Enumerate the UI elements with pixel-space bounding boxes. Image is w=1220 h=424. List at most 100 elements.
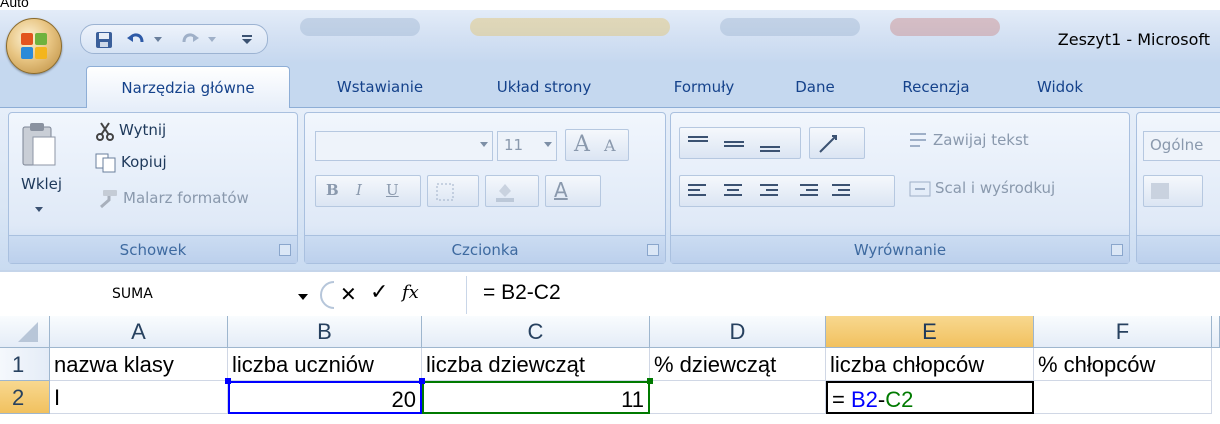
undo-icon[interactable]: [125, 29, 147, 51]
wrap-text-button[interactable]: Zawijaj tekst: [933, 131, 1029, 149]
formula-ref-c2: C2: [885, 387, 914, 412]
office-button[interactable]: [6, 18, 62, 74]
tab-formulas[interactable]: Formuły: [654, 66, 754, 108]
column-header-d[interactable]: D: [650, 316, 826, 348]
horizontal-align-buttons: [679, 175, 895, 207]
format-painter-icon: [97, 189, 119, 213]
column-header-f[interactable]: F: [1034, 316, 1212, 348]
formula-input[interactable]: = B2-C2: [466, 276, 1220, 314]
wrap-text-icon: [909, 131, 929, 155]
clipboard-group: Wklej Wytnij Kopiuj Malarz formatów Scho…: [8, 112, 298, 264]
italic-button[interactable]: I: [356, 181, 362, 199]
column-header-e[interactable]: E: [826, 316, 1034, 348]
font-dialog-launcher[interactable]: [647, 244, 659, 256]
tab-page-layout[interactable]: Układ strony: [468, 66, 620, 108]
formula-bar: SUMA ✕ ✓ fx = B2-C2: [0, 270, 1220, 316]
orientation-icon: [819, 135, 837, 153]
range-handle-b2-right[interactable]: [419, 378, 425, 384]
cancel-formula-button[interactable]: ✕: [340, 282, 357, 306]
column-header-b[interactable]: B: [228, 316, 422, 348]
cell-c1[interactable]: liczba dziewcząt: [422, 348, 650, 381]
column-header-a[interactable]: A: [50, 316, 228, 348]
cell-b2[interactable]: 20: [228, 381, 422, 414]
font-size-value: 11: [504, 136, 524, 154]
cell-c2[interactable]: 11: [422, 381, 650, 414]
bold-button[interactable]: B: [326, 181, 339, 199]
alignment-dialog-launcher[interactable]: [1111, 244, 1123, 256]
cell-a1[interactable]: nazwa klasy: [50, 348, 228, 381]
partial-top-text: Auto: [0, 0, 1220, 10]
shrink-font-button[interactable]: A: [604, 136, 616, 155]
paste-icon[interactable]: [21, 121, 57, 171]
alignment-group: Zawijaj tekst Scal i wyśrodkuj Wyrównani…: [670, 112, 1130, 264]
tab-insert[interactable]: Wstawianie: [310, 66, 450, 108]
cell-a2[interactable]: I: [50, 381, 228, 414]
blurred-taskbar-item: [720, 18, 860, 36]
row-header-2[interactable]: 2: [0, 381, 50, 414]
cell-f2[interactable]: [1034, 381, 1212, 414]
paste-button-label[interactable]: Wklej: [21, 175, 62, 193]
select-all-corner[interactable]: [0, 316, 50, 348]
undo-dropdown-icon[interactable]: [151, 29, 165, 51]
copy-icon[interactable]: [95, 153, 117, 177]
tab-home[interactable]: Narzędzia główne: [86, 66, 290, 109]
fill-color-button[interactable]: [485, 175, 539, 207]
font-color-icon: A: [554, 178, 568, 202]
worksheet-grid: A B C D E F 1 nazwa klasy liczba uczniów…: [0, 316, 1220, 424]
underline-button[interactable]: U: [386, 181, 399, 199]
name-box-dropdown-icon[interactable]: [298, 294, 308, 300]
number-format-box[interactable]: Ogólne: [1143, 131, 1220, 161]
insert-function-button[interactable]: fx: [402, 282, 419, 303]
cell-e1[interactable]: liczba chłopców: [826, 348, 1034, 381]
format-painter-button[interactable]: Malarz formatów: [123, 189, 249, 207]
formula-prefix: =: [832, 387, 851, 412]
cell-e2[interactable]: = B2-C2: [826, 381, 1034, 414]
ribbon-tabs: Narzędzia główne Wstawianie Układ strony…: [0, 62, 1220, 109]
font-name-box[interactable]: [315, 131, 493, 161]
clipboard-group-label: Schowek: [9, 235, 297, 263]
tab-data[interactable]: Dane: [780, 66, 850, 108]
tab-review[interactable]: Recenzja: [884, 66, 988, 108]
formula-ref-b2: B2: [850, 387, 878, 412]
name-box[interactable]: SUMA: [12, 280, 308, 310]
cell-d2[interactable]: [650, 381, 826, 414]
column-header-g[interactable]: [1212, 316, 1220, 348]
formula-bar-grip-icon: [320, 280, 338, 314]
font-color-button[interactable]: A: [545, 175, 601, 207]
tab-view[interactable]: Widok: [1020, 66, 1100, 108]
redo-dropdown-icon[interactable]: [205, 29, 219, 51]
font-size-box[interactable]: 11: [497, 131, 557, 161]
enter-formula-button[interactable]: ✓: [370, 280, 388, 305]
paste-dropdown-icon[interactable]: [35, 201, 43, 217]
font-group: 11 A A B I U A Czcionka: [304, 112, 666, 264]
column-header-c[interactable]: C: [422, 316, 650, 348]
blurred-taskbar-item: [300, 18, 420, 36]
customize-toolbar-icon[interactable]: [239, 29, 255, 51]
cut-icon[interactable]: [95, 121, 115, 145]
vertical-align-buttons: [679, 127, 801, 159]
cell-d1[interactable]: % dziewcząt: [650, 348, 826, 381]
grow-font-button[interactable]: A: [574, 132, 590, 157]
merge-center-icon: [909, 179, 931, 203]
formula-buttons: ✕ ✓ fx: [312, 276, 462, 314]
number-group: Ogólne: [1136, 112, 1220, 264]
redo-icon[interactable]: [179, 29, 201, 51]
row-header-1[interactable]: 1: [0, 348, 50, 381]
cell-b1[interactable]: liczba uczniów: [228, 348, 422, 381]
formula-text: = B2-C2: [483, 281, 561, 304]
save-icon[interactable]: [93, 29, 115, 51]
range-handle-b2[interactable]: [225, 378, 231, 384]
ribbon: Wklej Wytnij Kopiuj Malarz formatów Scho…: [0, 108, 1220, 270]
accounting-format-button[interactable]: [1143, 175, 1203, 207]
borders-button[interactable]: [427, 175, 479, 207]
merge-center-button[interactable]: Scal i wyśrodkuj: [935, 179, 1055, 197]
alignment-group-label: Wyrównanie: [671, 235, 1129, 263]
style-buttons: B I U: [315, 175, 421, 207]
range-handle-c2[interactable]: [647, 378, 653, 384]
quick-access-toolbar: [80, 24, 268, 54]
clipboard-dialog-launcher[interactable]: [279, 244, 291, 256]
cut-button[interactable]: Wytnij: [119, 121, 166, 139]
cell-f1[interactable]: % chłopców: [1034, 348, 1212, 381]
copy-button[interactable]: Kopiuj: [121, 153, 167, 171]
orientation-button[interactable]: [809, 127, 865, 159]
